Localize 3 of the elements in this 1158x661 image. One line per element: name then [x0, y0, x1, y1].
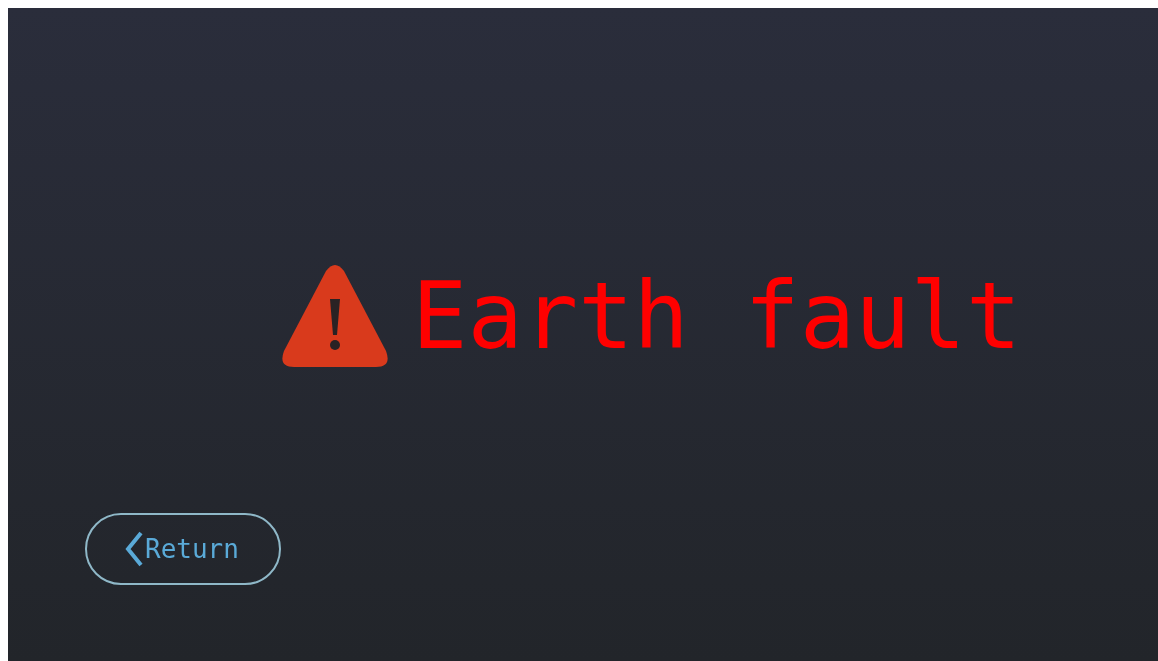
return-button[interactable]: Return — [85, 513, 281, 585]
alarm-message: Earth fault — [412, 271, 1022, 363]
chevron-left-icon — [125, 531, 143, 567]
